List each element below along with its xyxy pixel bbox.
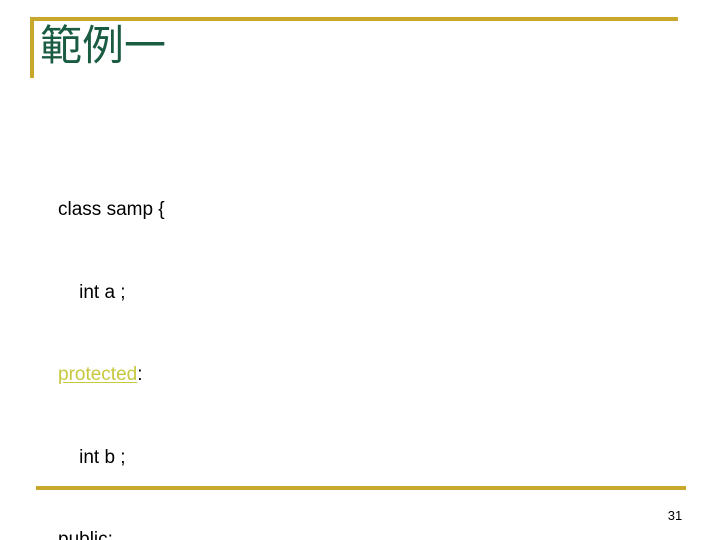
slide-number: 31 <box>667 508 683 523</box>
title-rule-left <box>30 17 34 78</box>
footer-rule <box>36 486 686 490</box>
slide-canvas: 範例一 class samp { int a ; protected: int … <box>0 0 720 540</box>
code-line-1: class samp { <box>58 199 165 220</box>
code-line-4: int b ; <box>58 446 126 468</box>
code-line-3-tail: : <box>137 364 143 385</box>
keyword-protected: protected <box>58 364 138 385</box>
code-line-2: int a ; <box>58 281 126 303</box>
code-line-5: public: <box>58 529 113 540</box>
code-block: class samp { int a ; protected: int b ; … <box>58 141 678 540</box>
page-title: 範例一 <box>40 21 167 70</box>
code-line-3: protected: <box>58 361 678 389</box>
